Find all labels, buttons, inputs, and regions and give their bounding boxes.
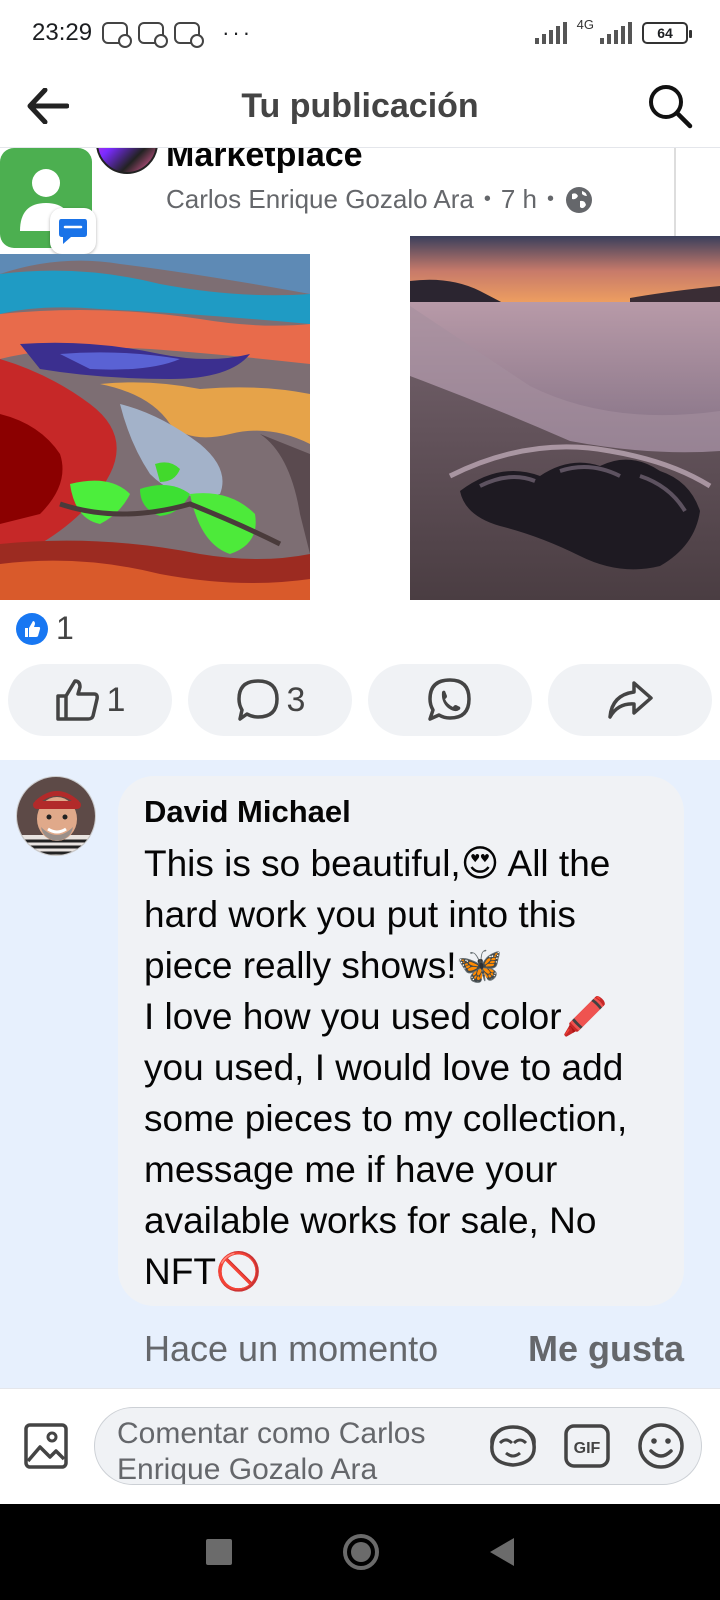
status-bar: 23:29 ··· 4G 64	[0, 0, 720, 66]
share-arrow-icon	[608, 681, 653, 719]
divider	[674, 148, 676, 236]
profile-photo	[17, 777, 95, 855]
separator-dot: •	[483, 188, 491, 210]
network-type: 4G	[576, 16, 594, 32]
comment-bubble[interactable]: David Michael This is so beautiful,😍 All…	[118, 776, 684, 1306]
status-right: 4G 64	[534, 17, 692, 44]
share-button[interactable]	[548, 664, 712, 736]
like-button[interactable]: 1	[8, 664, 172, 736]
clock: 23:29	[32, 19, 93, 46]
contact-avatar[interactable]	[0, 148, 96, 254]
whatsapp-icon	[428, 678, 471, 721]
chat-bubble-icon	[59, 219, 87, 244]
comment-count: 3	[286, 680, 306, 719]
reaction-count: 1	[56, 610, 74, 646]
message-badge	[50, 208, 96, 254]
post-image-abstract-art[interactable]	[0, 254, 310, 600]
home-icon	[350, 1542, 371, 1562]
post: Marketplace Carlos Enrique Gozalo Ara • …	[0, 148, 720, 760]
comment-input[interactable]: Comentar como Carlos Enrique Gozalo Ara …	[94, 1407, 702, 1485]
avatar-sticker-icon	[490, 1425, 536, 1467]
recents-button[interactable]	[205, 1539, 232, 1565]
post-image-beach-photo[interactable]	[410, 236, 720, 600]
comment-section: David Michael This is so beautiful,😍 All…	[0, 760, 720, 1388]
group-avatar[interactable]	[96, 148, 158, 174]
post-author[interactable]: Carlos Enrique Gozalo Ara	[166, 184, 474, 215]
comment-composer: Comentar como Carlos Enrique Gozalo Ara …	[0, 1388, 720, 1504]
svg-text:GIF: GIF	[574, 1440, 601, 1457]
emoji-button[interactable]	[635, 1420, 687, 1472]
comment-author[interactable]: David Michael	[144, 794, 660, 830]
comment-text: This is so beautiful,😍 All the hard work…	[144, 843, 628, 1292]
battery-icon: 64	[642, 22, 692, 44]
arrow-left-icon	[27, 88, 69, 124]
avatar-sticker-button[interactable]	[487, 1420, 539, 1472]
signal-icon	[534, 22, 567, 44]
status-left: 23:29 ···	[32, 19, 254, 48]
gif-button[interactable]: GIF	[561, 1420, 613, 1472]
separator-dot: •	[547, 188, 555, 210]
system-navigation-bar	[0, 1504, 720, 1600]
back-button[interactable]	[22, 80, 74, 132]
composer-icons: GIF	[487, 1420, 687, 1472]
system-back-button[interactable]	[490, 1538, 515, 1566]
post-time[interactable]: 7 h	[501, 184, 537, 215]
signal-icon	[600, 22, 632, 44]
messenger-notification-icon	[102, 22, 133, 48]
beach-sunset-image	[410, 236, 720, 600]
comment-footer: Hace un momento Me gusta	[144, 1328, 684, 1370]
whatsapp-share-button[interactable]	[368, 664, 532, 736]
globe-icon	[566, 186, 593, 213]
reaction-summary[interactable]: 1	[16, 610, 74, 647]
comment-button[interactable]: 3	[188, 664, 352, 736]
attach-photo-button[interactable]	[22, 1421, 72, 1471]
messenger-notification-icon	[138, 22, 169, 48]
page-title: Tu publicación	[241, 87, 479, 125]
app-header: Tu publicación	[0, 66, 720, 148]
group-name[interactable]: Marketplace	[166, 148, 363, 175]
abstract-artwork-image	[0, 254, 310, 600]
gif-icon: GIF	[564, 1424, 610, 1468]
comment-timestamp: Hace un momento	[144, 1328, 439, 1369]
like-reaction-icon	[16, 612, 48, 645]
more-notifications-icon: ···	[222, 20, 254, 45]
battery-level: 64	[657, 25, 673, 41]
post-actions: 1 3	[8, 664, 712, 736]
messenger-notification-icon	[174, 22, 205, 48]
commenter-avatar[interactable]	[16, 776, 96, 856]
image-icon	[24, 1423, 68, 1469]
thumbs-up-icon	[55, 679, 99, 721]
comment-bubble-icon	[236, 679, 279, 721]
like-comment-button[interactable]: Me gusta	[528, 1328, 684, 1370]
comment-input-placeholder: Comentar como Carlos Enrique Gozalo Ara	[117, 1417, 426, 1485]
search-icon	[649, 85, 693, 129]
search-button[interactable]	[644, 80, 696, 132]
post-meta: Carlos Enrique Gozalo Ara • 7 h •	[166, 184, 594, 215]
like-count: 1	[106, 680, 126, 719]
home-button[interactable]	[342, 1534, 379, 1570]
emoji-icon	[638, 1423, 684, 1469]
